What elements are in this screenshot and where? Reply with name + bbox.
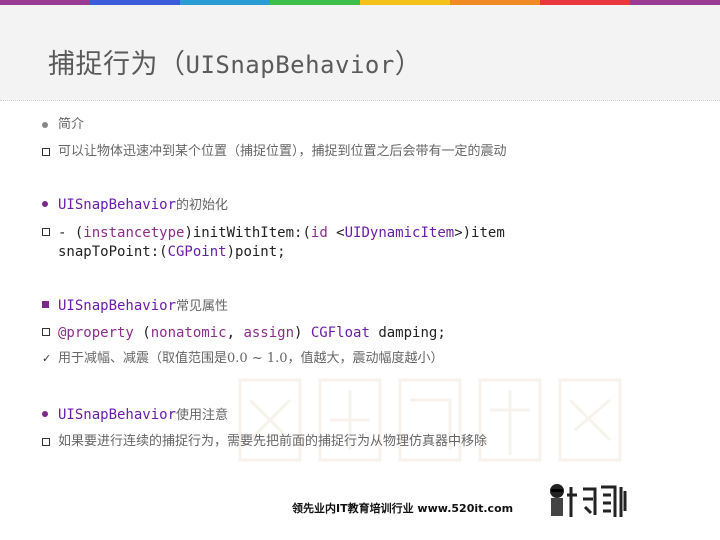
damping-note: 用于减幅、减震（取值范围是0.0 ~ 1.0，值越大，震动幅度越小）: [58, 351, 444, 366]
hollow-square-bullet-icon: [42, 228, 50, 236]
init-heading-row: UISnapBehavior的初始化: [42, 196, 228, 215]
damping-property-code: @property (nonatomic, assign) CGFloat da…: [58, 325, 446, 341]
intro-heading: 简介: [58, 117, 85, 132]
bullet-dot-icon: [42, 201, 48, 207]
watermark-graphic: [238, 378, 622, 462]
hollow-square-bullet-icon: [42, 148, 50, 156]
hollow-square-bullet-icon: [42, 438, 50, 446]
init-code-line-2: snapToPoint:(CGPoint)point;: [58, 244, 286, 260]
props-note-row: ✓ 用于减幅、减震（取值范围是0.0 ~ 1.0，值越大，震动幅度越小）: [42, 351, 444, 367]
intro-description: 可以让物体迅速冲到某个位置（捕捉位置），捕捉到位置之后会带有一定的震动: [58, 144, 507, 159]
init-code-line-1: - (instancetype)initWithItem:(id <UIDyna…: [58, 225, 505, 241]
hollow-square-bullet-icon: [42, 328, 50, 336]
usage-heading-row: UISnapBehavior使用注意: [42, 406, 228, 425]
init-code-block: - (instancetype)initWithItem:(id <UIDyna…: [58, 224, 505, 262]
slide-title: 捕捉行为（UISnapBehavior）: [48, 49, 423, 80]
init-code-row: - (instancetype)initWithItem:(id <UIDyna…: [42, 224, 505, 262]
props-heading: UISnapBehavior常见属性: [58, 298, 229, 314]
intro-desc-row: 可以让物体迅速冲到某个位置（捕捉位置），捕捉到位置之后会带有一定的震动: [42, 144, 507, 161]
bullet-dot-icon: [42, 411, 48, 417]
usage-heading: UISnapBehavior使用注意: [58, 407, 229, 423]
footer-slogan: 领先业内IT教育培训行业 www.520it.com: [292, 502, 514, 515]
props-heading-row: UISnapBehavior常见属性: [42, 297, 228, 316]
filled-square-bullet-icon: [42, 301, 49, 308]
header-divider: [0, 100, 720, 101]
bullet-dot-icon: [42, 122, 48, 128]
props-code-row: @property (nonatomic, assign) CGFloat da…: [42, 324, 446, 343]
checkmark-icon: ✓: [42, 352, 52, 365]
init-heading: UISnapBehavior的初始化: [58, 197, 229, 213]
usage-description: 如果要进行连续的捕捉行为，需要先把前面的捕捉行为从物理仿真器中移除: [58, 434, 488, 449]
usage-desc-row: 如果要进行连续的捕捉行为，需要先把前面的捕捉行为从物理仿真器中移除: [42, 434, 487, 451]
intro-heading-row: 简介: [42, 117, 84, 133]
brand-logo-icon: [550, 484, 627, 517]
